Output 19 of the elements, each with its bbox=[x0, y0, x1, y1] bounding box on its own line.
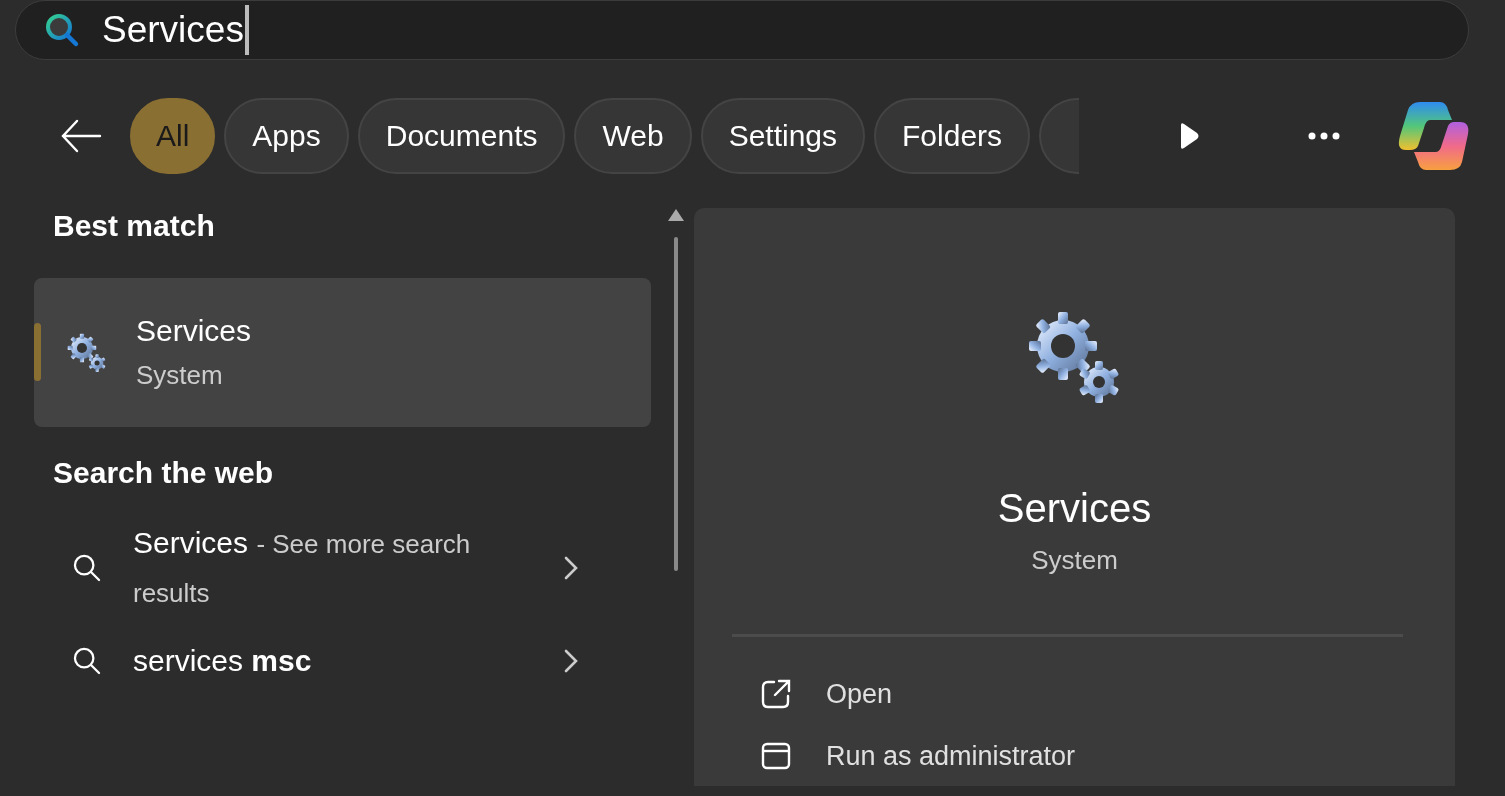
section-heading: Search the web bbox=[52, 455, 275, 491]
filter-tab[interactable]: Documents bbox=[357, 98, 566, 174]
preview-subtitle: System bbox=[1031, 545, 1118, 576]
filter-tab[interactable]: Web bbox=[574, 98, 692, 174]
web-result-text[interactable]: services msc bbox=[133, 637, 543, 685]
section-heading: Best match bbox=[52, 208, 216, 244]
filter-tab[interactable]: Settings bbox=[700, 98, 866, 174]
web-result-text[interactable]: Services - See more search results bbox=[133, 519, 543, 617]
action-link[interactable]: Open bbox=[826, 678, 893, 710]
filter-tab[interactable]: Apps bbox=[224, 98, 349, 174]
filter-tab[interactable]: All bbox=[130, 98, 216, 174]
result-item[interactable]: Services System bbox=[34, 278, 651, 427]
result-subtitle: System bbox=[136, 360, 224, 391]
preview-title: Services bbox=[997, 486, 1152, 531]
action-link[interactable]: Run as administrator bbox=[826, 740, 1076, 772]
search-field[interactable]: Services bbox=[15, 0, 1469, 60]
search-text: Services bbox=[102, 9, 244, 51]
result-title: Services bbox=[136, 314, 252, 348]
filter-tab[interactable]: Folders bbox=[874, 98, 1031, 174]
